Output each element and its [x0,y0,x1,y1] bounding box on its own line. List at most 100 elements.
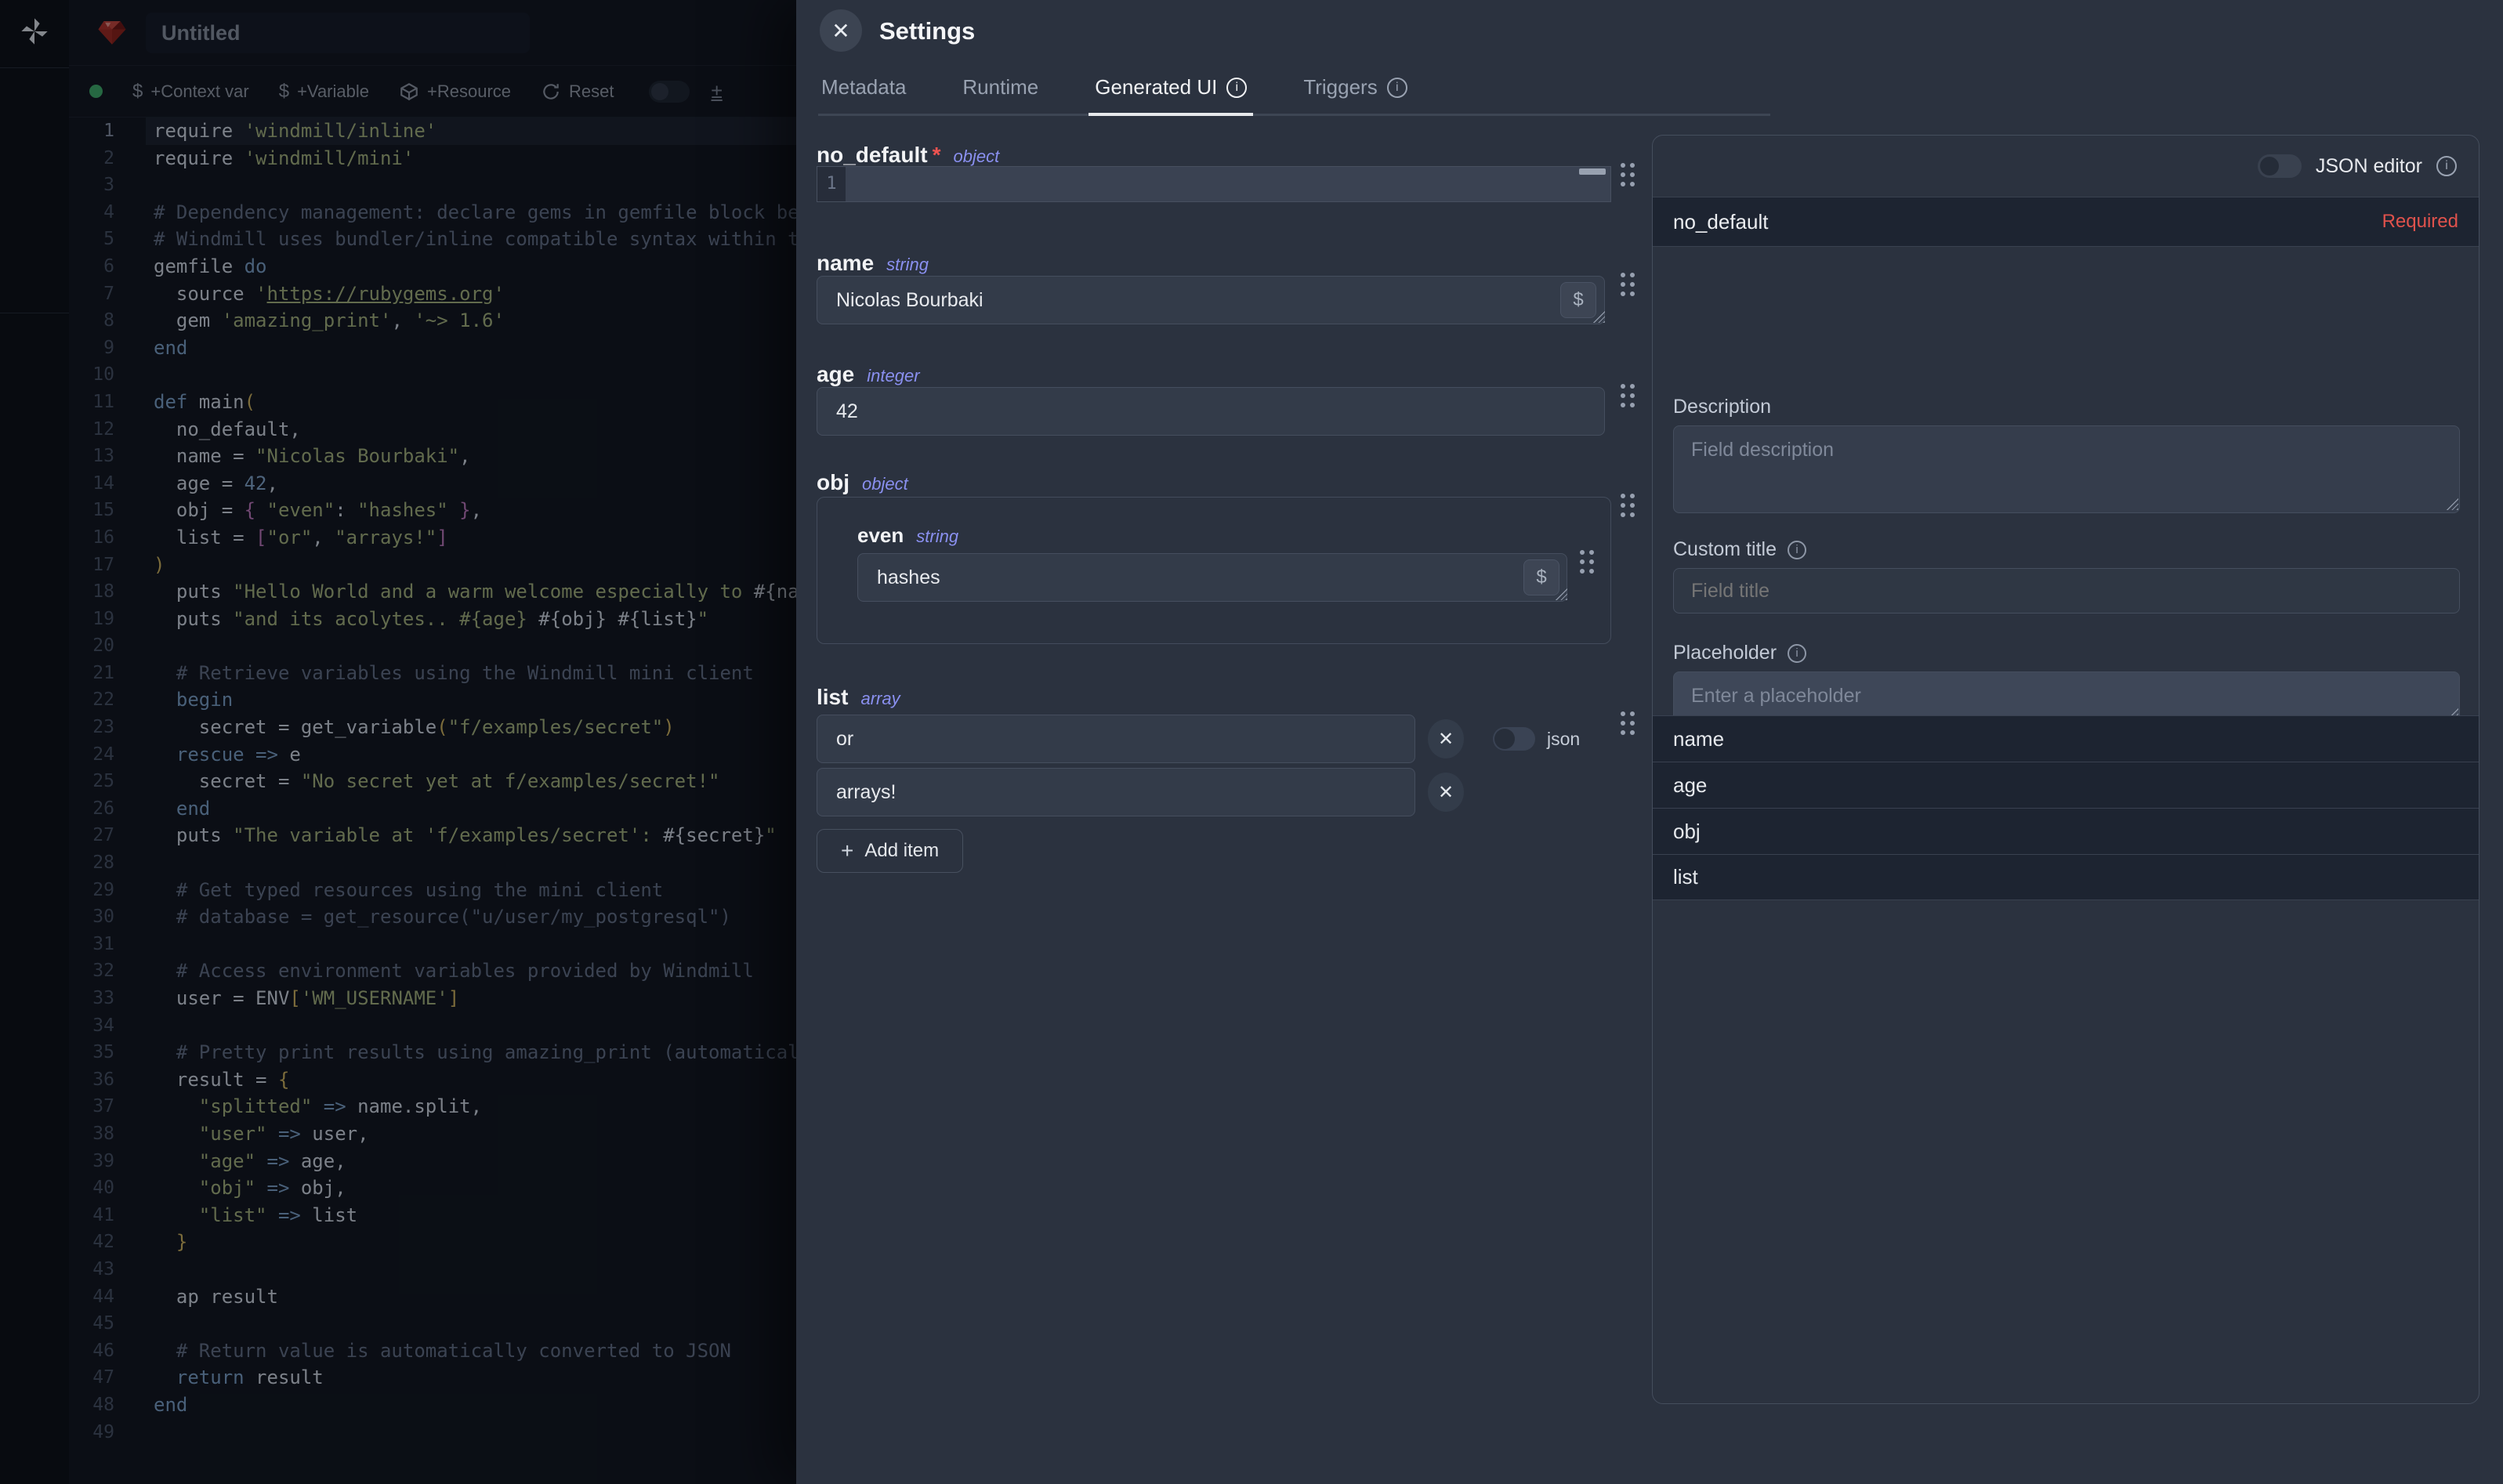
drag-handle-obj[interactable] [1621,494,1641,525]
script-title-input[interactable] [146,13,530,53]
custom-title-input[interactable] [1673,568,2460,614]
code-line[interactable]: 7 source 'https://rubygems.org' [69,281,796,308]
code-line[interactable]: 42 } [69,1229,796,1256]
code-line[interactable]: 48end [69,1392,796,1419]
list-item-input-1[interactable] [817,768,1415,816]
code-line[interactable]: 4# Dependency management: declare gems i… [69,199,796,226]
tab-metadata[interactable]: Metadata [818,61,909,114]
inspector-field-row-obj[interactable]: obj [1653,808,2479,854]
code-line[interactable]: 22 begin [69,686,796,714]
code-line[interactable]: 13 name = "Nicolas Bourbaki", [69,443,796,470]
code-line[interactable]: 34 [69,1012,796,1040]
code-line[interactable]: 21 # Retrieve variables using the Windmi… [69,660,796,687]
add-context-var-button[interactable]: $+Context var [132,81,249,103]
code-line[interactable]: 46 # Return value is automatically conve… [69,1337,796,1365]
code-line[interactable]: 20 [69,632,796,660]
inspector-field-row-age[interactable]: age [1653,762,2479,808]
code-line[interactable]: 27 puts "The variable at 'f/examples/sec… [69,822,796,849]
drag-handle-list[interactable] [1621,711,1641,743]
code-line[interactable]: 31 [69,931,796,958]
code-line[interactable]: 17) [69,552,796,579]
close-icon[interactable]: ✕ [820,9,862,52]
drag-handle-age[interactable] [1621,384,1641,415]
tab-generated-ui[interactable]: Generated UIi [1092,61,1250,114]
placeholder-label: Placeholderi [1673,642,1806,664]
code-line[interactable]: 29 # Get typed resources using the mini … [69,877,796,904]
code-line[interactable]: 44 ap result [69,1283,796,1311]
code-line[interactable]: 1require 'windmill/inline' [69,118,796,145]
code-line[interactable]: 36 result = { [69,1066,796,1094]
windmill-logo-icon[interactable] [19,16,50,47]
code-line[interactable]: 49 [69,1419,796,1446]
code-line[interactable]: 26 end [69,795,796,823]
code-line[interactable]: 38 "user" => user, [69,1120,796,1148]
resize-handle[interactable] [1592,310,1605,323]
code-line[interactable]: 5# Windmill uses bundler/inline compatib… [69,226,796,253]
drag-handle-even[interactable] [1580,550,1600,581]
list-json-toggle[interactable] [1493,727,1535,751]
age-input[interactable] [817,387,1605,436]
code-line[interactable]: 45 [69,1310,796,1337]
info-icon[interactable]: i [1226,78,1247,98]
info-icon[interactable]: i [1788,644,1806,663]
add-item-button[interactable]: + Add item [817,829,963,873]
sidebar-divider [0,313,69,1484]
add-resource-button[interactable]: +Resource [399,81,511,102]
editor-scrollbar[interactable] [1579,168,1606,175]
code-line[interactable]: 8 gem 'amazing_print', '~> 1.6' [69,307,796,335]
info-icon[interactable]: i [1387,78,1407,98]
inspector-field-row-name[interactable]: name [1653,715,2479,762]
code-line[interactable]: 37 "splitted" => name.split, [69,1093,796,1120]
diff-toggle[interactable]: ± [712,79,723,103]
code-line[interactable]: 12 no_default, [69,416,796,443]
code-line[interactable]: 23 secret = get_variable("f/examples/sec… [69,714,796,741]
code-line[interactable]: 24 rescue => e [69,741,796,769]
code-line[interactable]: 32 # Access environment variables provid… [69,957,796,985]
selected-field-row[interactable]: no_default Required [1653,197,2479,247]
reset-button[interactable]: Reset [541,81,614,102]
code-line[interactable]: 40 "obj" => obj, [69,1175,796,1202]
json-editor-toggle[interactable] [2258,154,2302,178]
remove-list-item-icon[interactable]: ✕ [1428,773,1464,812]
code-line[interactable]: 18 puts "Hello World and a warm welcome … [69,578,796,606]
code-editor[interactable]: 1require 'windmill/inline'2require 'wind… [69,118,796,1484]
remove-list-item-icon[interactable]: ✕ [1428,719,1464,758]
code-line[interactable]: 39 "age" => age, [69,1148,796,1175]
resize-handle[interactable] [1555,588,1567,600]
code-line[interactable]: 41 "list" => list [69,1202,796,1229]
code-line[interactable]: 2require 'windmill/mini' [69,145,796,172]
code-line[interactable]: 10 [69,361,796,389]
description-textarea[interactable] [1673,425,2460,513]
resize-handle[interactable] [2446,498,2458,510]
code-line[interactable]: 6gemfile do [69,253,796,281]
even-input[interactable] [857,553,1567,602]
code-line[interactable]: 14 age = 42, [69,470,796,498]
drag-handle-name[interactable] [1621,273,1641,304]
code-line[interactable]: 33 user = ENV['WM_USERNAME'] [69,985,796,1012]
code-line[interactable]: 30 # database = get_resource("u/user/my_… [69,903,796,931]
add-variable-button[interactable]: $+Variable [279,81,369,103]
code-line[interactable]: 15 obj = { "even": "hashes" }, [69,497,796,524]
code-line[interactable]: 19 puts "and its acolytes.. #{age} #{obj… [69,606,796,633]
code-line[interactable]: 9end [69,335,796,362]
code-line[interactable]: 11def main( [69,389,796,416]
no-default-json-editor[interactable]: 1 [817,166,1611,202]
code-line[interactable]: 28 [69,849,796,877]
name-variable-picker-button[interactable]: $ [1560,282,1596,318]
code-line[interactable]: 43 [69,1256,796,1283]
code-line[interactable]: 3 [69,172,796,199]
info-icon[interactable]: i [2436,156,2457,176]
editor-toggle[interactable] [649,81,690,103]
name-input[interactable] [817,276,1605,324]
code-line[interactable]: 25 secret = "No secret yet at f/examples… [69,768,796,795]
code-line[interactable]: 16 list = ["or", "arrays!"] [69,524,796,552]
tab-triggers[interactable]: Triggersi [1300,61,1410,114]
tab-runtime[interactable]: Runtime [959,61,1041,114]
inspector-field-row-list[interactable]: list [1653,854,2479,900]
drag-handle-no-default[interactable] [1621,163,1641,194]
info-icon[interactable]: i [1788,541,1806,559]
placeholder-textarea[interactable] [1673,671,2460,722]
list-item-input-0[interactable] [817,715,1415,763]
code-line[interactable]: 35 # Pretty print results using amazing_… [69,1039,796,1066]
code-line[interactable]: 47 return result [69,1364,796,1392]
